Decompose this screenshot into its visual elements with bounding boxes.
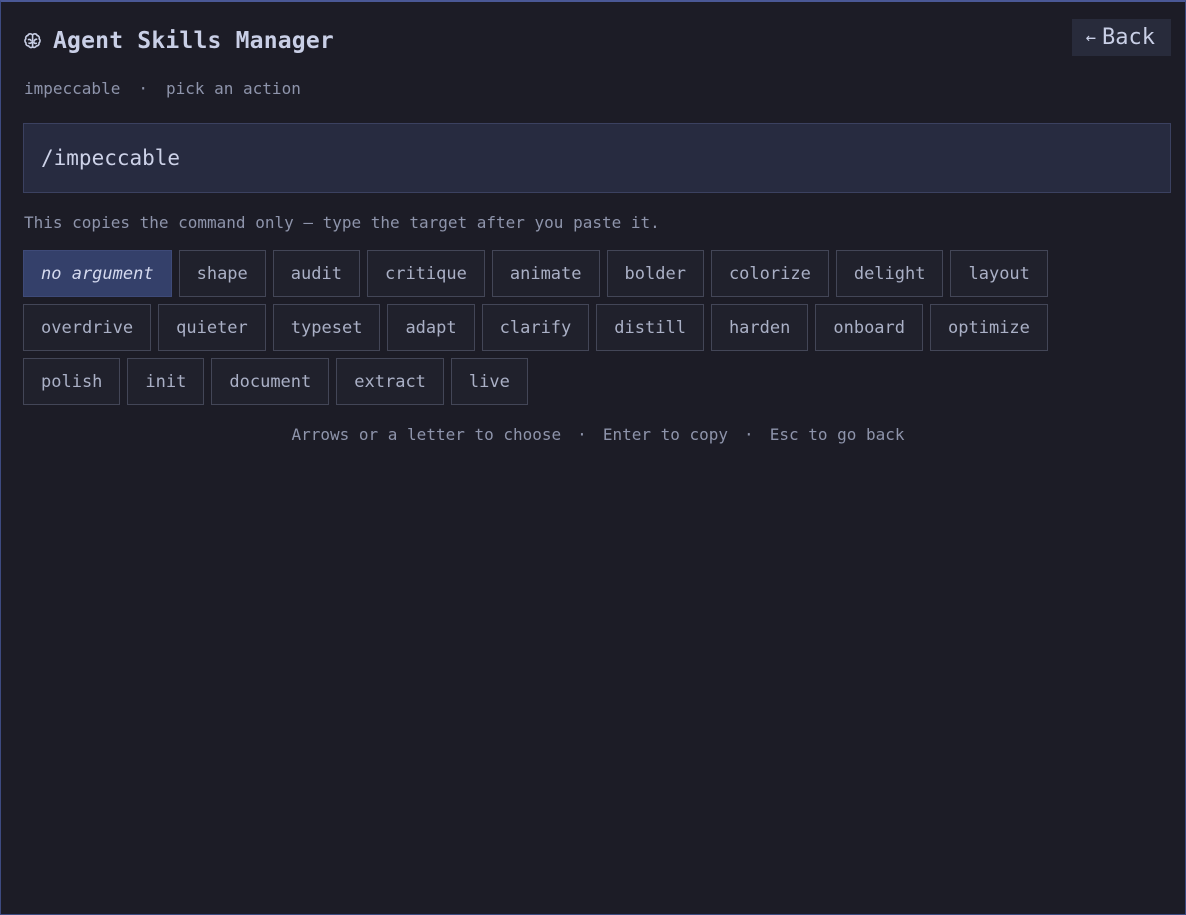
action-colorize[interactable]: colorize bbox=[710, 250, 829, 297]
arrow-left-icon: ← bbox=[1085, 27, 1097, 48]
action-bolder[interactable]: bolder bbox=[606, 250, 704, 297]
action-list: no argument shape audit critique animate… bbox=[23, 250, 1103, 405]
action-critique[interactable]: critique bbox=[366, 250, 485, 297]
action-distill[interactable]: distill bbox=[596, 304, 704, 351]
action-clarify[interactable]: clarify bbox=[481, 304, 590, 351]
action-no-argument[interactable]: no argument bbox=[23, 250, 172, 297]
hint-choose: Arrows or a letter to choose bbox=[291, 425, 562, 444]
action-audit[interactable]: audit bbox=[272, 250, 360, 297]
action-delight[interactable]: delight bbox=[835, 250, 944, 297]
hint-separator: · bbox=[744, 425, 754, 444]
action-layout[interactable]: layout bbox=[950, 250, 1048, 297]
hint-back: Esc to go back bbox=[769, 425, 905, 444]
action-animate[interactable]: animate bbox=[491, 250, 600, 297]
action-optimize[interactable]: optimize bbox=[930, 304, 1048, 351]
action-shape[interactable]: shape bbox=[178, 250, 266, 297]
action-quieter[interactable]: quieter bbox=[158, 304, 266, 351]
action-adapt[interactable]: adapt bbox=[387, 304, 475, 351]
breadcrumb: impeccable · pick an action bbox=[24, 79, 301, 98]
action-init[interactable]: init bbox=[127, 358, 205, 405]
command-text: /impeccable bbox=[41, 146, 181, 170]
back-button[interactable]: ← Back bbox=[1071, 19, 1171, 56]
skill-name: impeccable bbox=[24, 79, 121, 98]
action-document[interactable]: document bbox=[211, 358, 330, 405]
action-harden[interactable]: harden bbox=[710, 304, 809, 351]
copy-note: This copies the command only — type the … bbox=[24, 213, 660, 232]
back-button-label: Back bbox=[1102, 25, 1155, 50]
hint-separator: · bbox=[577, 425, 587, 444]
action-typeset[interactable]: typeset bbox=[272, 304, 381, 351]
hint-copy: Enter to copy bbox=[602, 425, 729, 444]
action-overdrive[interactable]: overdrive bbox=[23, 304, 152, 351]
action-onboard[interactable]: onboard bbox=[815, 304, 924, 351]
brain-icon bbox=[23, 31, 43, 51]
keyboard-hint: Arrows or a letter to choose · Enter to co… bbox=[1, 425, 1186, 444]
breadcrumb-separator: · bbox=[138, 79, 148, 98]
action-extract[interactable]: extract bbox=[336, 358, 444, 405]
page-title: Agent Skills Manager bbox=[53, 28, 334, 54]
breadcrumb-instruction: pick an action bbox=[165, 79, 301, 98]
app-window: Agent Skills Manager ← Back impeccable ·… bbox=[0, 0, 1186, 915]
action-live[interactable]: live bbox=[450, 358, 528, 405]
header: Agent Skills Manager bbox=[23, 28, 334, 54]
command-preview[interactable]: /impeccable bbox=[23, 123, 1171, 193]
action-polish[interactable]: polish bbox=[23, 358, 121, 405]
